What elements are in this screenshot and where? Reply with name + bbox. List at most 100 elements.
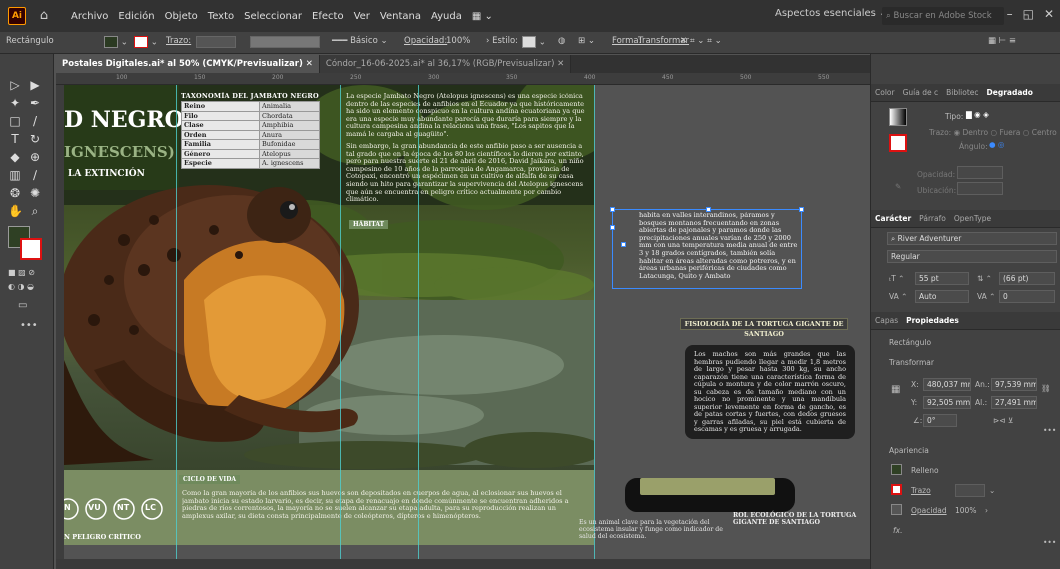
graph-tool-icon[interactable]: ▥ (8, 168, 22, 182)
tortoise-role-text[interactable]: Es un animal clave para la vegetación de… (579, 519, 729, 540)
brush-definition[interactable]: ━━━ Básico ⌄ (332, 36, 388, 46)
kerning-field[interactable]: Auto (915, 290, 969, 303)
menu-edicion[interactable]: Edición (113, 11, 159, 22)
habitat-tag[interactable]: HÁBITAT (349, 220, 389, 229)
align-icon[interactable]: ⊞ ⌄ (578, 36, 595, 46)
y-field[interactable]: 92,505 mm (923, 396, 971, 409)
stroke-label-2[interactable]: Trazo (911, 486, 931, 495)
stroke-swatch[interactable]: ⌄ (134, 36, 158, 48)
more-appearance-icon[interactable]: ••• (1043, 538, 1056, 547)
stroke-weight-field[interactable] (955, 484, 985, 497)
menu-archivo[interactable]: Archivo (66, 11, 113, 22)
font-size-field[interactable]: 55 pt (915, 272, 969, 285)
pen-tool-icon[interactable]: ✒ (28, 96, 42, 110)
life-cycle-paragraph[interactable]: Como la gran mayoría de los anfibios sus… (182, 490, 587, 524)
home-icon[interactable]: ⌂ (36, 8, 52, 24)
paint-bucket-icon[interactable]: ◆ (8, 150, 22, 164)
stroke-dropdown-icon[interactable]: ⌄ (989, 486, 995, 495)
style-swatch[interactable]: ⌄ (522, 36, 546, 48)
zoom-tool-icon[interactable]: ⌕ (28, 204, 42, 218)
stroke-opt-3[interactable]: Centro (1032, 128, 1057, 137)
close-button[interactable]: ✕ (1044, 7, 1054, 21)
reference-point-icon[interactable]: ▦ (891, 384, 900, 395)
panel-toggle-icons[interactable]: ▦ ⊢ ≡ (988, 36, 1016, 46)
menu-ayuda[interactable]: Ayuda (426, 11, 467, 22)
gradient-stop-icon[interactable]: ● ◎ (989, 140, 1004, 149)
tab-character[interactable]: Carácter (871, 214, 915, 223)
x-field[interactable]: 480,037 mm (923, 378, 971, 391)
flip-icons[interactable]: ⊳⊲ ⊻ (993, 416, 1013, 425)
eyedropper-icon[interactable]: ∕ (28, 168, 42, 182)
leading-field[interactable]: (66 pt) (999, 272, 1055, 285)
gradient-opacity-field[interactable] (957, 166, 1003, 179)
artboard[interactable]: D NEGRO IGNESCENS) LA EXTINCIÓN TAXONOMÍ… (64, 85, 594, 545)
tortoise-role-title[interactable]: ROL ECOLÓGICO DE LA TORTUGA GIGANTE DE S… (733, 512, 868, 526)
more-tools-icon[interactable]: ••• (20, 320, 38, 331)
stroke-label[interactable]: Trazo: (166, 36, 191, 46)
color-mode-icons[interactable]: ■ ▨ ⊘ (8, 268, 48, 278)
fill-swatch[interactable] (891, 464, 902, 475)
direct-selection-tool-icon[interactable]: ▶ (28, 78, 42, 92)
ruler-guide[interactable] (418, 85, 419, 569)
opacity-swatch[interactable] (891, 504, 902, 515)
stroke-opt-2[interactable]: Fuera (999, 128, 1020, 137)
opacity-label-2[interactable]: Opacidad (911, 506, 947, 515)
tab-paragraph[interactable]: Párrafo (915, 214, 950, 223)
link-proportions-icon[interactable]: ⛓ (1041, 384, 1051, 393)
selection-handle[interactable] (610, 225, 615, 230)
horizontal-ruler[interactable]: 100 150 200 250 300 350 400 450 500 550 (56, 73, 870, 85)
ruler-guide[interactable] (594, 85, 595, 569)
eyedropper-icon[interactable]: ✎ (895, 182, 901, 191)
maximize-button[interactable]: ◱ (1023, 7, 1034, 21)
tab-layers[interactable]: Capas (871, 316, 902, 325)
selection-tool-icon[interactable]: ▷ (8, 78, 22, 92)
minimize-button[interactable]: – (1007, 7, 1013, 21)
height-field[interactable]: 27,491 mm (991, 396, 1037, 409)
selection-handle[interactable] (799, 207, 804, 212)
type-tool-icon[interactable]: T (8, 132, 22, 146)
stock-search-input[interactable]: ⌕ Buscar en Adobe Stock (882, 7, 1004, 25)
life-cycle-tag[interactable]: CICLO DE VIDA (179, 475, 241, 484)
ruler-guide[interactable] (340, 85, 341, 569)
tab-gradient[interactable]: Degradado (983, 88, 1037, 97)
variable-width-field[interactable] (250, 36, 320, 48)
recolor-icon[interactable]: ◍ (558, 36, 565, 46)
draw-mode-icons[interactable]: ◐ ◑ ◒ (8, 282, 48, 292)
tab-color[interactable]: Color (871, 88, 899, 97)
gradient-preview[interactable] (889, 108, 907, 126)
opacity-arrow-icon[interactable]: › (985, 506, 988, 515)
style-label[interactable]: › Estilo: (486, 36, 518, 46)
width-field[interactable]: 97,539 mm (991, 378, 1037, 391)
fx-label[interactable]: fx. (893, 526, 902, 535)
gradient-stroke-swatch[interactable] (889, 134, 907, 152)
screen-mode-icon[interactable]: ▭ (18, 300, 27, 311)
tab-close-icon[interactable]: ✕ (557, 59, 564, 69)
gradient-location-field[interactable] (957, 182, 1003, 195)
opacity-value[interactable]: 100% (446, 36, 470, 46)
stroke-color-swatch[interactable] (20, 238, 42, 260)
selection-handle[interactable] (621, 242, 626, 247)
habitat-text-frame[interactable]: habita en valles interandinos, páramos y… (610, 207, 804, 289)
pencil-tool-icon[interactable]: / (28, 114, 42, 128)
font-family-field[interactable]: ⌕ River Adventurer (887, 232, 1057, 245)
rotate-field[interactable]: 0° (923, 414, 957, 427)
tab-postales[interactable]: Postales Digitales.ai* al 50% (CMYK/Prev… (56, 55, 320, 73)
rotate-tool-icon[interactable]: ↻ (28, 132, 42, 146)
tab-libraries[interactable]: Bibliotec (942, 88, 982, 97)
tab-opentype[interactable]: OpenType (950, 214, 995, 223)
selection-handle[interactable] (610, 207, 615, 212)
intro-paragraph-2[interactable]: Sin embargo, la gran abundancia de este … (346, 143, 586, 207)
menu-ver[interactable]: Ver (349, 11, 375, 22)
tracking-field[interactable]: 0 (999, 290, 1055, 303)
ruler-guide[interactable] (176, 85, 177, 569)
tab-close-icon[interactable]: ✕ (306, 59, 313, 69)
tab-color-guide[interactable]: Guía de c (899, 88, 943, 97)
magic-wand-icon[interactable]: ✦ (8, 96, 22, 110)
menu-efecto[interactable]: Efecto (307, 11, 349, 22)
tab-condor[interactable]: Cóndor_16-06-2025.ai* al 36,17% (RGB/Pre… (319, 55, 572, 73)
opacity-value-2[interactable]: 100% (955, 506, 976, 515)
menu-ventana[interactable]: Ventana (375, 11, 426, 22)
stroke-opt-1[interactable]: Dentro (963, 128, 989, 137)
menu-objeto[interactable]: Objeto (160, 11, 203, 22)
more-options-icon[interactable]: ••• (1043, 426, 1056, 435)
